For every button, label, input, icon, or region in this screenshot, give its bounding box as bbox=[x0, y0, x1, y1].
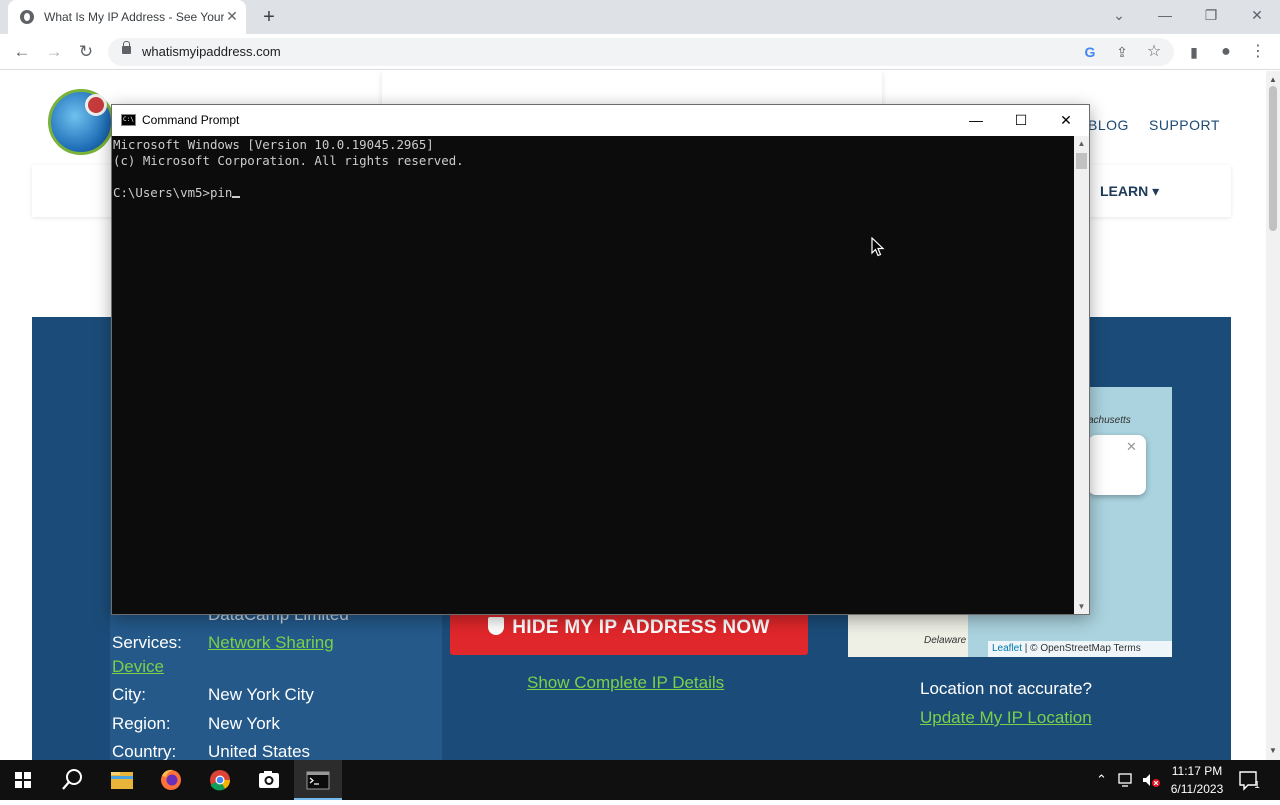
tab-search-icon[interactable]: ⌄ bbox=[1096, 0, 1142, 30]
command-prompt-window[interactable]: Command Prompt — ☐ ✕ Microsoft Windows [… bbox=[111, 104, 1090, 615]
map-popup-close-icon[interactable]: ✕ bbox=[1126, 439, 1137, 455]
hide-ip-button-label: HIDE MY IP ADDRESS NOW bbox=[512, 617, 770, 638]
browser-tab-bar: What Is My IP Address - See Your ✕ + ⌄ —… bbox=[0, 0, 1280, 34]
camera-icon bbox=[259, 771, 279, 788]
cmd-scrollbar[interactable]: ▲ ▼ bbox=[1074, 136, 1089, 614]
terminal-icon bbox=[306, 771, 330, 790]
chrome-icon bbox=[210, 770, 231, 791]
cmd-title: Command Prompt bbox=[142, 113, 240, 127]
services-label: Services: bbox=[112, 633, 182, 652]
taskbar: ⌃ 11:17 PM 6/11/2023 1 bbox=[0, 760, 1280, 800]
cmd-scroll-down-icon[interactable]: ▼ bbox=[1074, 599, 1089, 614]
new-tab-button[interactable]: + bbox=[258, 6, 280, 28]
start-button[interactable] bbox=[0, 760, 48, 800]
bookmark-star-icon[interactable]: ☆ bbox=[1144, 42, 1164, 62]
restore-button[interactable]: ❐ bbox=[1188, 0, 1234, 30]
taskbar-chrome[interactable] bbox=[196, 760, 244, 800]
network-icon[interactable] bbox=[1117, 772, 1135, 788]
tab-close-icon[interactable]: ✕ bbox=[224, 8, 240, 24]
country-label: Country: bbox=[112, 742, 177, 760]
map-popup bbox=[1088, 435, 1146, 495]
taskbar-search-button[interactable] bbox=[48, 760, 96, 800]
shield-icon bbox=[488, 617, 505, 635]
search-icon bbox=[62, 769, 82, 790]
cmd-console[interactable]: Microsoft Windows [Version 10.0.19045.29… bbox=[112, 136, 1074, 614]
clock-time[interactable]: 11:17 PM bbox=[1166, 764, 1228, 778]
lock-icon[interactable] bbox=[122, 41, 131, 54]
forward-icon[interactable]: → bbox=[42, 40, 66, 64]
mouse-pointer-icon bbox=[871, 237, 885, 257]
services-link[interactable]: Network Sharing bbox=[208, 633, 334, 653]
scroll-up-icon[interactable]: ▲ bbox=[1266, 73, 1280, 87]
share-icon[interactable]: ⇪ bbox=[1112, 42, 1132, 62]
map-label-delaware: Delaware bbox=[924, 635, 967, 646]
taskbar-command-prompt[interactable] bbox=[294, 760, 342, 800]
text-cursor bbox=[232, 196, 241, 198]
console-prompt-line[interactable]: C:\Users\vm5>pin bbox=[113, 185, 1074, 201]
url-text[interactable]: whatismyipaddress.com bbox=[142, 44, 281, 59]
profile-icon[interactable]: ● bbox=[1216, 42, 1236, 62]
side-panel-icon[interactable]: ▮ bbox=[1184, 42, 1204, 62]
taskbar-firefox[interactable] bbox=[147, 760, 195, 800]
clock-date[interactable]: 6/11/2023 bbox=[1166, 782, 1228, 796]
nav-blog-link[interactable]: BLOG bbox=[1088, 117, 1129, 133]
close-button[interactable]: ✕ bbox=[1234, 0, 1280, 30]
google-lens-icon[interactable]: G bbox=[1080, 42, 1100, 62]
taskbar-camera[interactable] bbox=[245, 760, 293, 800]
location-pin-icon bbox=[85, 94, 107, 116]
address-bar[interactable]: whatismyipaddress.com bbox=[108, 38, 1174, 66]
reload-icon[interactable]: ↻ bbox=[74, 40, 98, 64]
cmd-scroll-up-icon[interactable]: ▲ bbox=[1074, 136, 1089, 151]
cmd-title-bar[interactable]: Command Prompt — ☐ ✕ bbox=[112, 105, 1089, 136]
page-scrollbar[interactable]: ▲ ▼ bbox=[1266, 71, 1280, 760]
back-icon[interactable]: ← bbox=[10, 40, 34, 64]
globe-icon bbox=[20, 10, 34, 24]
country-value: United States bbox=[208, 742, 311, 760]
volume-muted-icon[interactable] bbox=[1141, 772, 1161, 788]
attribution-text: | © OpenStreetMap Terms bbox=[1022, 643, 1141, 654]
update-location-link[interactable]: Update My IP Location bbox=[920, 708, 1092, 728]
leaflet-link[interactable]: Leaflet bbox=[992, 643, 1022, 654]
windows-logo-icon bbox=[15, 772, 31, 788]
tab-title: What Is My IP Address - See Your bbox=[44, 10, 224, 24]
cmd-app-icon bbox=[121, 114, 136, 126]
scrollbar-thumb[interactable] bbox=[1269, 86, 1277, 231]
cmd-close-button[interactable]: ✕ bbox=[1043, 105, 1089, 136]
console-line: Microsoft Windows [Version 10.0.19045.29… bbox=[113, 137, 434, 152]
city-value: New York City bbox=[208, 685, 314, 704]
browser-tab[interactable]: What Is My IP Address - See Your ✕ bbox=[8, 0, 246, 34]
cmd-maximize-button[interactable]: ☐ bbox=[998, 105, 1044, 136]
folder-icon bbox=[111, 772, 133, 789]
cmd-scrollbar-thumb[interactable] bbox=[1076, 153, 1087, 169]
show-hidden-icons-icon[interactable]: ⌃ bbox=[1096, 772, 1107, 788]
console-line: ​ bbox=[113, 169, 1074, 185]
cmd-minimize-button[interactable]: — bbox=[953, 105, 999, 136]
nav-learn-menu[interactable]: LEARN ▾ bbox=[1100, 183, 1159, 200]
nav-support-link[interactable]: SUPPORT bbox=[1149, 117, 1220, 133]
scroll-down-icon[interactable]: ▼ bbox=[1266, 744, 1280, 758]
menu-icon[interactable]: ⋮ bbox=[1248, 42, 1268, 62]
services-link-continued[interactable]: Device bbox=[112, 657, 164, 677]
site-logo[interactable] bbox=[48, 89, 114, 155]
taskbar-file-explorer[interactable] bbox=[98, 760, 146, 800]
minimize-button[interactable]: — bbox=[1142, 0, 1188, 30]
firefox-icon bbox=[161, 769, 181, 790]
show-ip-details-link[interactable]: Show Complete IP Details bbox=[527, 673, 724, 693]
browser-toolbar: ← → ↻ whatismyipaddress.com G ⇪ ☆ ▮ ● ⋮ bbox=[0, 34, 1280, 70]
console-input[interactable]: C:\Users\vm5>pin bbox=[113, 185, 232, 200]
map-attribution: Leaflet | © OpenStreetMap Terms bbox=[988, 641, 1172, 657]
location-question: Location not accurate? bbox=[920, 679, 1093, 698]
city-label: City: bbox=[112, 685, 146, 704]
notification-count: 1 bbox=[1254, 780, 1260, 791]
map-label-state: achusetts bbox=[1088, 415, 1131, 426]
console-line: (c) Microsoft Corporation. All rights re… bbox=[113, 153, 464, 168]
region-value: New York bbox=[208, 714, 280, 733]
region-label: Region: bbox=[112, 714, 171, 733]
promo-banner bbox=[382, 71, 882, 105]
